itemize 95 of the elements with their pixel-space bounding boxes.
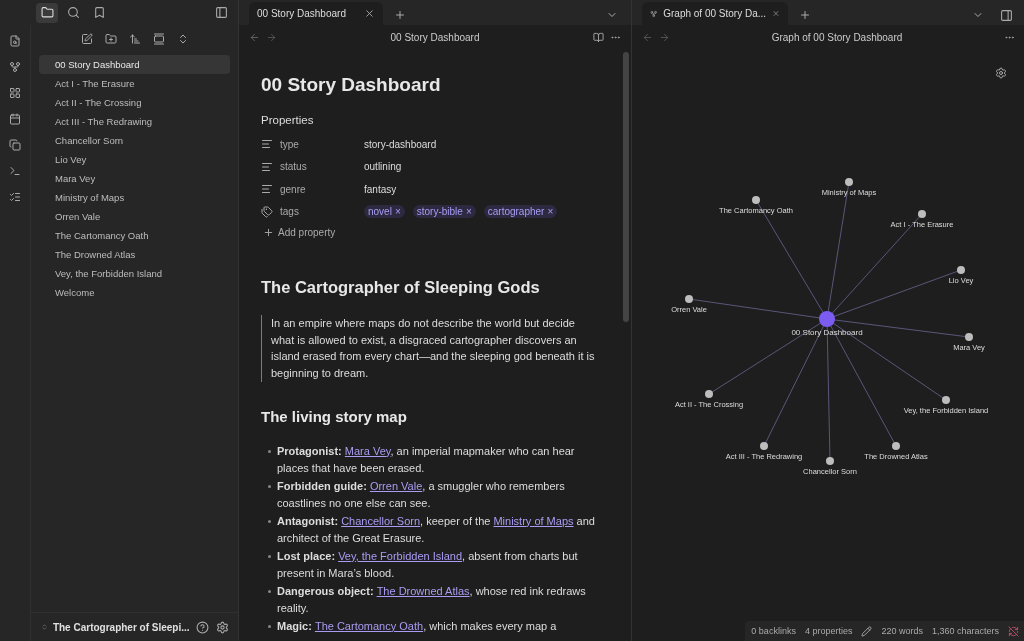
character-count: 1,360 characters xyxy=(931,626,999,636)
property-value[interactable]: outlining xyxy=(364,161,402,173)
list-item: Dangerous object: The Drowned Atlas, whose red ink redraws reality. xyxy=(277,583,587,616)
sort-icon[interactable] xyxy=(128,33,141,45)
add-property-link[interactable]: Add property xyxy=(278,227,336,238)
file-item[interactable]: Vey, the Forbidden Island xyxy=(39,264,230,283)
editor-tab[interactable]: 00 Story Dashboard xyxy=(249,2,383,25)
settings-icon[interactable] xyxy=(995,67,1007,79)
terminal-icon[interactable] xyxy=(9,165,21,177)
section-heading: The Cartographer of Sleeping Gods xyxy=(261,278,541,297)
file-item[interactable]: Act II - The Crossing xyxy=(39,93,230,112)
back-icon[interactable] xyxy=(249,32,260,43)
copy-icon[interactable] xyxy=(9,139,21,151)
section-heading: The living story map xyxy=(261,407,408,425)
graph-node[interactable] xyxy=(760,442,768,450)
pencil-icon[interactable] xyxy=(861,625,873,637)
plus-icon[interactable] xyxy=(263,227,274,238)
file-item[interactable]: The Drowned Atlas xyxy=(39,245,230,264)
file-item[interactable]: Orren Vale xyxy=(39,207,230,226)
file-item[interactable]: Act I - The Erasure xyxy=(39,74,230,93)
bullet-icon xyxy=(268,624,271,628)
plus-icon[interactable] xyxy=(394,9,406,21)
book-icon[interactable] xyxy=(593,32,604,43)
property-value[interactable]: story-dashboard xyxy=(364,138,437,150)
word-count: 220 words xyxy=(881,626,923,636)
view-title: 00 Story Dashboard xyxy=(389,32,481,43)
tag-pill[interactable]: story-bible × xyxy=(412,205,476,219)
file-item[interactable]: Lio Vey xyxy=(39,150,230,169)
bullet-icon xyxy=(268,449,271,453)
graph-node[interactable] xyxy=(918,210,926,218)
list-item: Magic: The Cartomancy Oath, which makes every map a xyxy=(277,618,557,634)
text-lines-icon xyxy=(261,138,273,151)
scrollbar[interactable] xyxy=(623,52,629,322)
properties-count: 4 properties xyxy=(804,626,853,636)
graph-node[interactable] xyxy=(892,442,900,450)
remove-tag-button[interactable]: × xyxy=(394,206,401,218)
graph-node[interactable] xyxy=(845,178,853,186)
tag-icon xyxy=(261,205,273,218)
plus-icon[interactable] xyxy=(799,9,811,21)
file-search-icon[interactable] xyxy=(9,35,21,47)
bullet-icon xyxy=(268,554,271,558)
graph-node[interactable] xyxy=(942,396,950,404)
graph-node[interactable] xyxy=(965,333,973,341)
property-name: genre xyxy=(280,183,306,195)
graph-icon xyxy=(650,8,658,19)
close-icon[interactable] xyxy=(364,8,375,19)
sync-off-icon[interactable] xyxy=(1008,625,1019,637)
blockquote: In an empire where maps do not describe the world but decide what is allowed to exist, a disgraced cartographer discovers an island erased from every chart—and the sleeping god beneath it is beginning to dream. xyxy=(261,315,601,382)
graph-node[interactable] xyxy=(752,196,760,204)
properties-heading: Properties xyxy=(261,114,315,126)
graph-node[interactable] xyxy=(705,390,713,398)
text-lines-icon xyxy=(261,160,273,173)
list-item: Lost place: Vey, the Forbidden Island, absent from charts but present in Mara’s blood. xyxy=(277,548,579,581)
property-name: tags xyxy=(280,206,299,218)
graph-tab[interactable]: Graph of 00 Story Da... xyxy=(642,2,788,25)
property-name: status xyxy=(280,161,307,173)
graph-node[interactable] xyxy=(826,457,834,465)
remove-tag-button[interactable]: × xyxy=(547,206,554,218)
bullet-icon xyxy=(268,589,271,593)
list-item: Protagonist: Mara Vey, an imperial mapmaker who can hear places that have been erased. xyxy=(277,443,576,476)
text-lines-icon xyxy=(261,183,273,196)
bullet-icon xyxy=(268,519,271,523)
file-item[interactable]: Chancellor Sorn xyxy=(39,131,230,150)
checklist-icon[interactable] xyxy=(9,191,21,203)
list-item: Forbidden guide: Orren Vale, a smuggler who remembers coastlines no one else can see. xyxy=(277,478,566,511)
file-item[interactable]: The Cartomancy Oath xyxy=(39,226,230,245)
bullet-icon xyxy=(268,484,271,488)
note-link[interactable]: The Drowned Atlas xyxy=(376,584,470,597)
note-link[interactable]: Mara Vey xyxy=(344,444,391,457)
panel-icon[interactable] xyxy=(152,33,165,45)
graph-node[interactable] xyxy=(819,311,835,327)
graph-node[interactable] xyxy=(957,266,965,274)
view-title: Graph of 00 Story Dashboard xyxy=(770,32,904,43)
graph-icon[interactable] xyxy=(9,61,21,73)
pen-square-icon[interactable] xyxy=(80,33,93,45)
graph-node[interactable] xyxy=(685,295,693,303)
remove-tag-button[interactable]: × xyxy=(465,206,472,218)
vault-name[interactable]: The Cartographer of Sleepi... xyxy=(52,621,190,633)
calendar-icon[interactable] xyxy=(9,113,21,125)
file-item[interactable]: Ministry of Maps xyxy=(39,188,230,207)
file-item[interactable]: Mara Vey xyxy=(39,169,230,188)
node-label: 00 Story Dashboard xyxy=(791,328,863,337)
grid-icon[interactable] xyxy=(9,87,21,99)
property-value[interactable]: fantasy xyxy=(364,183,397,195)
file-item[interactable]: Act III - The Redrawing xyxy=(39,112,230,131)
property-name: type xyxy=(280,138,299,150)
tag-pill[interactable]: novel × xyxy=(364,205,405,219)
tag-pill[interactable]: cartographer × xyxy=(483,205,558,219)
list-item: Antagonist: Chancellor Sorn, keeper of the Ministry of Maps and architect of the Great Erasure. xyxy=(277,513,596,546)
file-item[interactable]: Welcome xyxy=(39,283,230,302)
file-item[interactable]: 00 Story Dashboard xyxy=(39,55,230,74)
backlinks-count[interactable]: 0 backlinks xyxy=(751,626,796,636)
note-title: 00 Story Dashboard xyxy=(261,74,442,96)
folder-plus-icon[interactable] xyxy=(104,33,117,45)
note-link[interactable]: Ministry of Maps xyxy=(493,514,574,527)
